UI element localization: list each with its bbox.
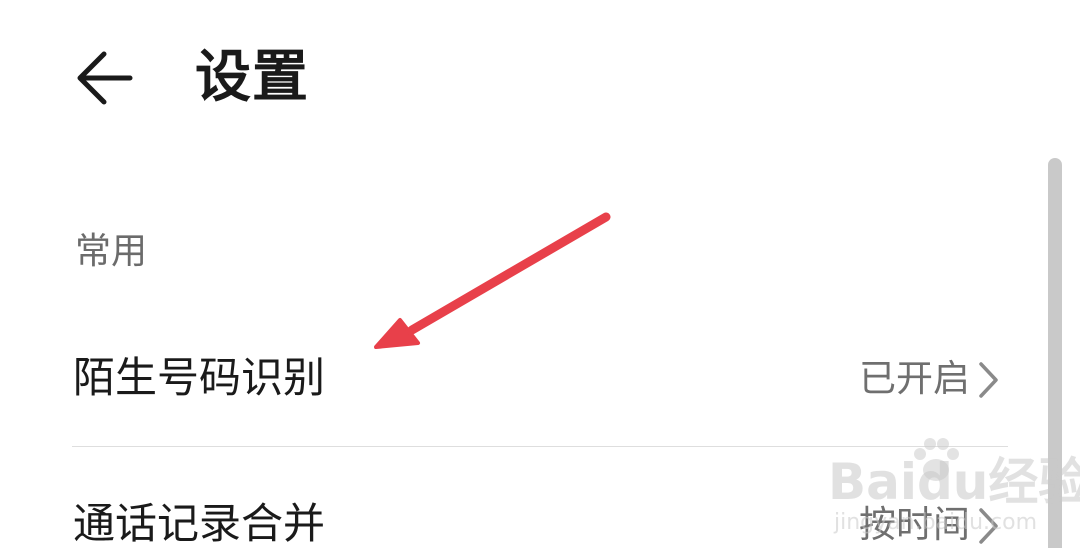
scrollbar[interactable] xyxy=(1048,158,1062,548)
setting-row-call-log-merge[interactable]: 通话记录合并 按时间 xyxy=(0,474,1040,548)
page-title: 设置 xyxy=(195,45,309,110)
chevron-right-icon xyxy=(979,362,998,398)
settings-screen: 设置 常用 陌生号码识别 已开启 通话记录合并 按时间 Baidu经验 jing… xyxy=(0,0,1080,548)
setting-row-label: 通话记录合并 xyxy=(73,499,326,548)
section-header-common: 常用 xyxy=(75,231,148,272)
row-divider xyxy=(72,446,1008,447)
setting-row-unknown-number-id[interactable]: 陌生号码识别 已开启 xyxy=(0,328,1040,428)
setting-row-value: 已开启 xyxy=(859,357,970,400)
red-arrow-annotation xyxy=(374,212,611,349)
setting-row-label: 陌生号码识别 xyxy=(73,353,326,402)
setting-row-value: 按时间 xyxy=(859,503,970,546)
back-button[interactable] xyxy=(64,40,148,116)
arrow-left-icon xyxy=(77,51,133,105)
chevron-right-icon xyxy=(979,508,998,544)
